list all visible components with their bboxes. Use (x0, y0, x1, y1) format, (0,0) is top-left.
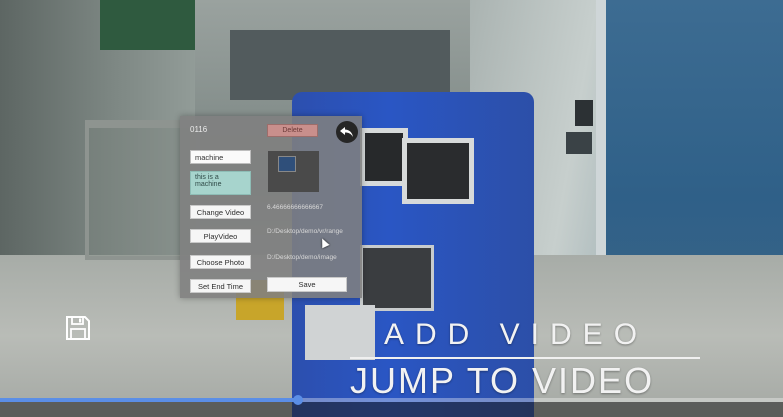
end-time-value: 6.46666666666667 (267, 204, 324, 211)
delete-button[interactable]: Delete (267, 124, 318, 137)
name-field[interactable] (190, 150, 251, 164)
back-arrow-icon (340, 127, 353, 137)
description-field[interactable]: this is a machine (190, 171, 251, 195)
choose-photo-button[interactable]: Choose Photo (190, 255, 251, 269)
save-button[interactable]: Save (267, 277, 347, 292)
scene-machine-screen-2 (402, 138, 474, 204)
video-progress-bar[interactable] (0, 395, 783, 405)
scene-cabinet-interior (230, 30, 450, 100)
scene-machine-screen-1 (360, 128, 408, 186)
play-video-button[interactable]: PlayVideo (190, 229, 251, 243)
set-end-time-button[interactable]: Set End Time (190, 279, 251, 293)
caption-divider (350, 357, 700, 359)
photo-path-text: D:/Desktop/demo/image (267, 254, 337, 261)
caption-jump-to-video: JUMP TO VIDEO (350, 360, 655, 401)
scene-wall-panel (575, 100, 593, 126)
background-scene (0, 0, 783, 417)
video-progress-fill (0, 398, 298, 402)
hotspot-edit-panel: 0116 Delete this is a machine Change Vid… (180, 116, 362, 298)
change-video-button[interactable]: Change Video (190, 205, 251, 219)
player-control-bar (0, 402, 783, 417)
hotspot-id: 0116 (190, 125, 208, 134)
video-progress-handle[interactable] (292, 395, 303, 405)
scene-machine-unit-2 (305, 305, 375, 360)
floppy-disk-icon[interactable] (64, 314, 92, 342)
scene-machine-unit (360, 245, 434, 311)
thumbnail-image (278, 156, 296, 172)
photo-thumbnail (268, 151, 319, 192)
scene-green-panel (100, 0, 200, 50)
scene-wall-panel-2 (566, 132, 592, 154)
mouse-cursor (318, 236, 330, 249)
video-path-text: D:/Desktop/demo/vr/range (267, 228, 343, 235)
back-button[interactable] (336, 121, 358, 143)
caption-add-video: ADD VIDEO (384, 318, 649, 351)
